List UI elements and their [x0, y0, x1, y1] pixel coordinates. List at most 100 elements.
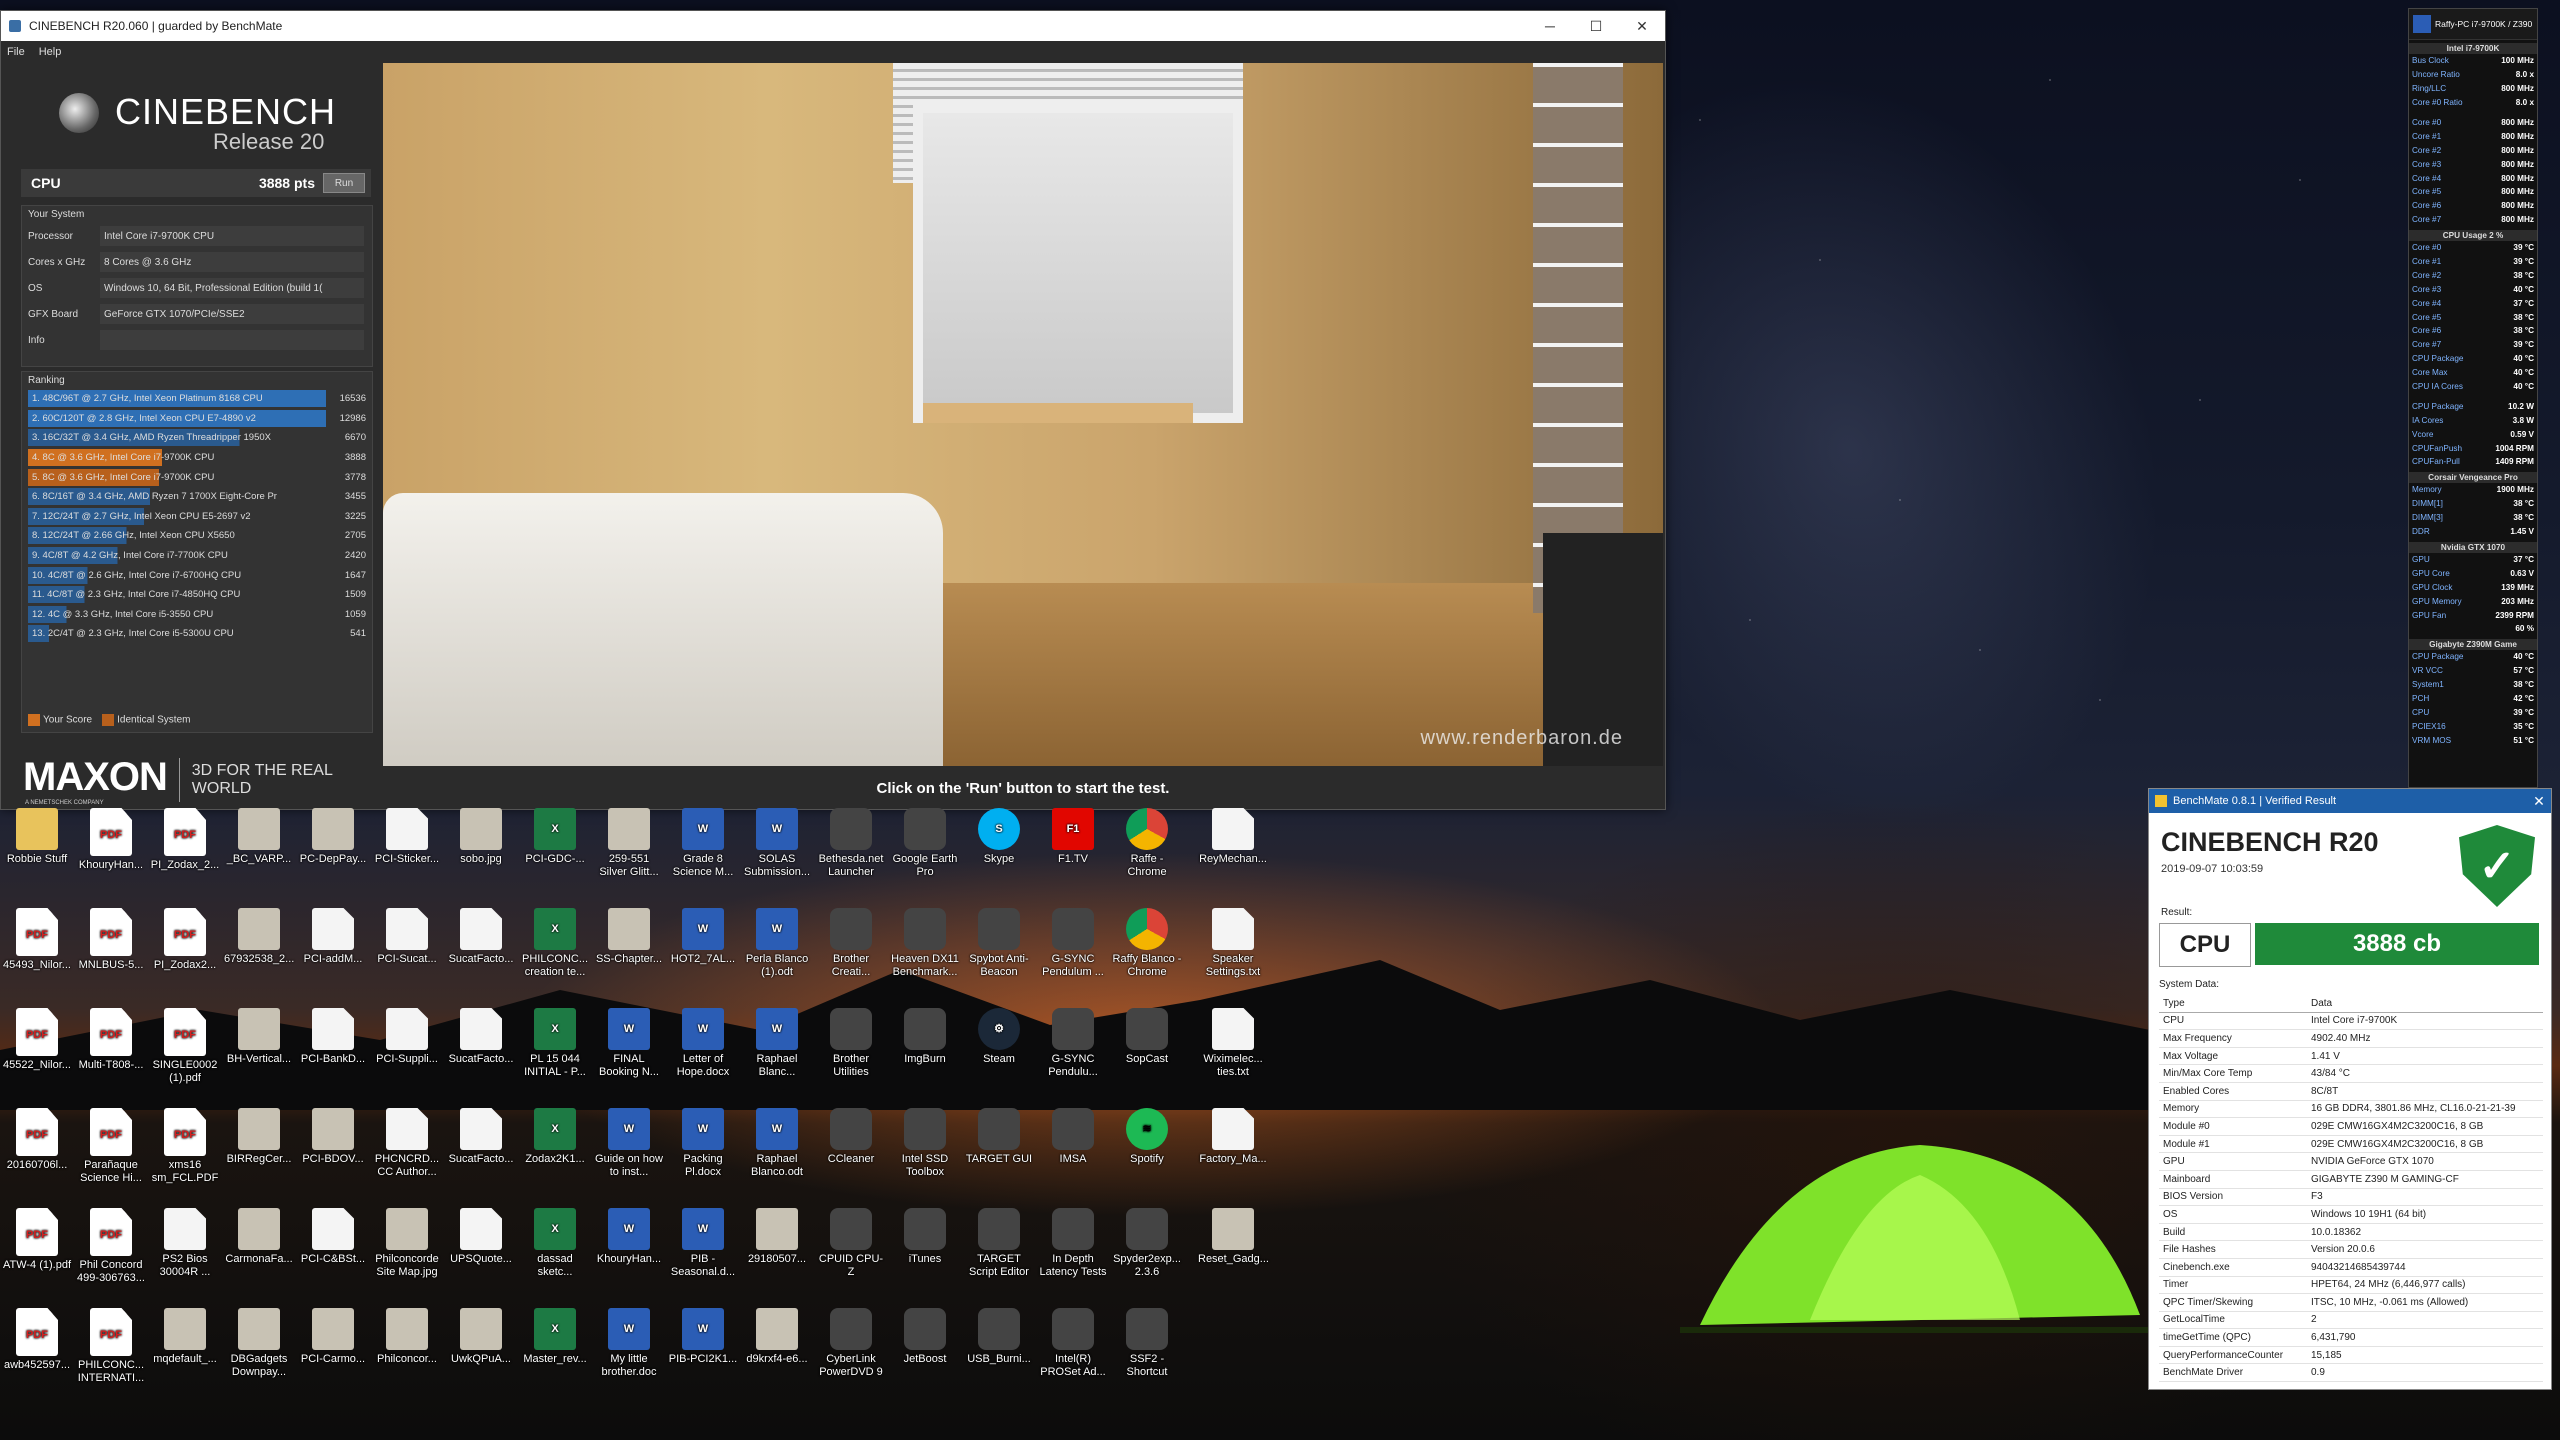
- desktop-icon[interactable]: TARGET Script Editor: [964, 1208, 1034, 1279]
- desktop-icon[interactable]: Heaven DX11 Benchmark...: [890, 908, 960, 979]
- desktop-icon[interactable]: Brother Utilities: [816, 1008, 886, 1079]
- ranking-row[interactable]: 6. 8C/16T @ 3.4 GHz, AMD Ryzen 7 1700X E…: [28, 487, 366, 507]
- desktop-icon[interactable]: X PCI-GDC-...: [520, 808, 590, 866]
- desktop-icon[interactable]: PDF 45493_Nilor...: [2, 908, 72, 972]
- benchmate-close-button[interactable]: ✕: [2527, 793, 2551, 810]
- desktop-icon[interactable]: TARGET GUI: [964, 1108, 1034, 1166]
- desktop-icon[interactable]: iTunes: [890, 1208, 960, 1266]
- desktop-icon[interactable]: UPSQuote...: [446, 1208, 516, 1266]
- ranking-row[interactable]: 9. 4C/8T @ 4.2 GHz, Intel Core i7-7700K …: [28, 546, 366, 566]
- desktop-icon[interactable]: SucatFacto...: [446, 1108, 516, 1166]
- menu-help[interactable]: Help: [39, 46, 62, 58]
- desktop-icon[interactable]: W KhouryHan...: [594, 1208, 664, 1266]
- menu-file[interactable]: File: [7, 46, 25, 58]
- desktop-icon[interactable]: PC-DepPay...: [298, 808, 368, 866]
- desktop-icon[interactable]: 29180507...: [742, 1208, 812, 1266]
- desktop-icon[interactable]: Brother Creati...: [816, 908, 886, 979]
- desktop-icon[interactable]: W Grade 8 Science M...: [668, 808, 738, 879]
- desktop-icon[interactable]: SS-Chapter...: [594, 908, 664, 966]
- desktop-icon[interactable]: 259-551 Silver Glitt...: [594, 808, 664, 879]
- desktop-icon[interactable]: G-SYNC Pendulu...: [1038, 1008, 1108, 1079]
- desktop-icon[interactable]: Speaker Settings.txt: [1198, 908, 1268, 979]
- ranking-row[interactable]: 8. 12C/24T @ 2.66 GHz, Intel Xeon CPU X5…: [28, 526, 366, 546]
- desktop-icon[interactable]: PCI-Sucat...: [372, 908, 442, 966]
- desktop-icon[interactable]: sobo.jpg: [446, 808, 516, 866]
- desktop-icon[interactable]: W FINAL Booking N...: [594, 1008, 664, 1079]
- desktop-icon[interactable]: X Master_rev...: [520, 1308, 590, 1366]
- desktop-icon[interactable]: PCI-Suppli...: [372, 1008, 442, 1066]
- ranking-row[interactable]: 1. 48C/96T @ 2.7 GHz, Intel Xeon Platinu…: [28, 389, 366, 409]
- desktop-icon[interactable]: PDF Parañaque Science Hi...: [76, 1108, 146, 1185]
- desktop-icon[interactable]: PDF 20160706l...: [2, 1108, 72, 1172]
- desktop-icon[interactable]: PCI-addM...: [298, 908, 368, 966]
- desktop-icon[interactable]: G-SYNC Pendulum ...: [1038, 908, 1108, 979]
- desktop-icon[interactable]: Xdassad sketc...: [520, 1208, 590, 1279]
- desktop-icon[interactable]: PDF awb452597...: [2, 1308, 72, 1372]
- desktop-icon[interactable]: Google Earth Pro: [890, 808, 960, 879]
- desktop-icon[interactable]: Spybot Anti-Beacon: [964, 908, 1034, 979]
- desktop-icon[interactable]: SopCast: [1112, 1008, 1182, 1066]
- desktop-icon[interactable]: DBGadgets Downpay...: [224, 1308, 294, 1379]
- desktop-icon[interactable]: W Packing Pl.docx: [668, 1108, 738, 1179]
- desktop-icon[interactable]: JetBoost: [890, 1308, 960, 1366]
- desktop-icon[interactable]: PDF Multi-T808-...: [76, 1008, 146, 1072]
- desktop-icon[interactable]: W Raphael Blanco.odt: [742, 1108, 812, 1179]
- desktop-icon[interactable]: CPUID CPU-Z: [816, 1208, 886, 1279]
- desktop-icon[interactable]: BH-Vertical...: [224, 1008, 294, 1066]
- desktop-icon[interactable]: PCI-C&BSt...: [298, 1208, 368, 1266]
- desktop-icon[interactable]: ReyMechan...: [1198, 808, 1268, 866]
- desktop-icon[interactable]: W Perla Blanco (1).odt: [742, 908, 812, 979]
- desktop-icon[interactable]: Reset_Gadg...: [1198, 1208, 1269, 1266]
- desktop-icon[interactable]: SSF2 - Shortcut: [1112, 1308, 1182, 1379]
- desktop-icon[interactable]: Intel SSD Toolbox: [890, 1108, 960, 1179]
- minimize-button[interactable]: ─: [1527, 11, 1573, 41]
- desktop-icon[interactable]: PDF KhouryHan...: [76, 808, 146, 872]
- desktop-icon[interactable]: PDF MNLBUS-5...: [76, 908, 146, 972]
- desktop-icon[interactable]: W PIB - Seasonal.d...: [668, 1208, 738, 1279]
- desktop-icon[interactable]: X PL 15 044 INITIAL - P...: [520, 1008, 590, 1079]
- desktop-icon[interactable]: d9krxf4-e6...: [742, 1308, 812, 1366]
- ranking-row[interactable]: 13. 2C/4T @ 2.3 GHz, Intel Core i5-5300U…: [28, 624, 366, 644]
- desktop-icon[interactable]: Philconcor...: [372, 1308, 442, 1366]
- desktop-icon[interactable]: CarmonaFa...: [224, 1208, 294, 1266]
- desktop-icon[interactable]: PHCNCRD... CC Author...: [372, 1108, 442, 1179]
- desktop-icon[interactable]: PDF PHILCONC... INTERNATI...: [76, 1308, 146, 1385]
- desktop-icon[interactable]: PCI-Carmo...: [298, 1308, 368, 1366]
- desktop-icon[interactable]: ImgBurn: [890, 1008, 960, 1066]
- desktop-icon[interactable]: CCleaner: [816, 1108, 886, 1166]
- ranking-row[interactable]: 3. 16C/32T @ 3.4 GHz, AMD Ryzen Threadri…: [28, 428, 366, 448]
- desktop-icon[interactable]: W Raphael Blanc...: [742, 1008, 812, 1079]
- desktop-icon[interactable]: PDF PI_Zodax2...: [150, 908, 220, 972]
- desktop-icon[interactable]: Raffe - Chrome: [1112, 808, 1182, 879]
- desktop-icon[interactable]: SucatFacto...: [446, 1008, 516, 1066]
- desktop-icon[interactable]: Philconcorde Site Map.jpg: [372, 1208, 442, 1279]
- desktop-icon[interactable]: PDF xms16 sm_FCL.PDF: [150, 1108, 220, 1185]
- desktop-icon[interactable]: USB_Burni...: [964, 1308, 1034, 1366]
- ranking-row[interactable]: 2. 60C/120T @ 2.8 GHz, Intel Xeon CPU E7…: [28, 409, 366, 429]
- desktop-icon[interactable]: ≋ Spotify: [1112, 1108, 1182, 1166]
- desktop-icon[interactable]: PDF 45522_Nilor...: [2, 1008, 72, 1072]
- desktop-icon[interactable]: Factory_Ma...: [1198, 1108, 1268, 1166]
- desktop-icon[interactable]: W Guide on how to inst...: [594, 1108, 664, 1179]
- desktop-icon[interactable]: mqdefault_...: [150, 1308, 220, 1366]
- desktop-icon[interactable]: W Letter of Hope.docx: [668, 1008, 738, 1079]
- desktop-icon[interactable]: Intel(R) PROSet Ad...: [1038, 1308, 1108, 1379]
- desktop-icon[interactable]: X Zodax2K1...: [520, 1108, 590, 1166]
- desktop-icon[interactable]: PCI-Sticker...: [372, 808, 442, 866]
- desktop-icon[interactable]: PS2 Bios 30004R ...: [150, 1208, 220, 1279]
- ranking-row[interactable]: 5. 8C @ 3.6 GHz, Intel Core i7-9700K CPU…: [28, 467, 366, 487]
- desktop-icon[interactable]: PDF SINGLE0002 (1).pdf: [150, 1008, 220, 1085]
- desktop-icon[interactable]: CyberLink PowerDVD 9: [816, 1308, 886, 1379]
- desktop-icon[interactable]: W PIB-PCI2K1...: [668, 1308, 738, 1366]
- desktop-icon[interactable]: S Skype: [964, 808, 1034, 866]
- close-button[interactable]: ✕: [1619, 11, 1665, 41]
- desktop-icon[interactable]: IMSA: [1038, 1108, 1108, 1166]
- desktop-icon[interactable]: Wiximelec... ties.txt: [1198, 1008, 1268, 1079]
- desktop-icon[interactable]: In Depth Latency Tests: [1038, 1208, 1108, 1279]
- desktop-icon[interactable]: Raffy Blanco - Chrome: [1112, 908, 1182, 979]
- desktop-icon[interactable]: F1 F1.TV: [1038, 808, 1108, 866]
- desktop-icon[interactable]: SucatFacto...: [446, 908, 516, 966]
- run-button[interactable]: Run: [323, 173, 365, 193]
- desktop-icon[interactable]: BIRRegCer...: [224, 1108, 294, 1166]
- ranking-row[interactable]: 12. 4C @ 3.3 GHz, Intel Core i5-3550 CPU…: [28, 605, 366, 625]
